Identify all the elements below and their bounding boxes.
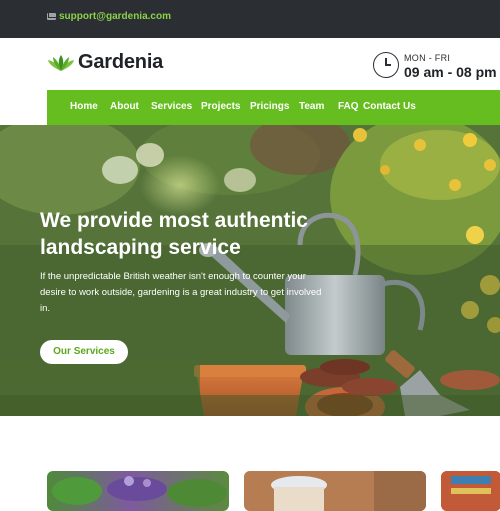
plants-image — [52, 476, 227, 507]
gardener-image — [244, 471, 426, 511]
nav-item-projects[interactable]: Projects — [201, 101, 240, 112]
hero-banner: We provide most authentic landscaping se… — [0, 125, 500, 416]
main-navigation: Home About Services Projects Pricings Te… — [47, 90, 500, 125]
tools-image — [441, 471, 500, 511]
nav-item-contact-us[interactable]: Contact Us — [363, 101, 416, 112]
support-email-link[interactable]: support@gardenia.com — [59, 11, 171, 22]
brand-name[interactable]: Gardenia — [78, 51, 163, 74]
schedule-hours: 09 am - 08 pm — [404, 64, 497, 80]
service-card-tools[interactable] — [441, 471, 500, 511]
nav-item-team[interactable]: Team — [299, 101, 324, 112]
mail-icon — [47, 13, 56, 20]
clock-icon — [373, 52, 399, 78]
hero-title: We provide most authentic landscaping se… — [40, 209, 308, 259]
leaf-logo-icon — [48, 55, 74, 71]
nav-item-pricings[interactable]: Pricings — [250, 101, 289, 112]
our-services-button[interactable]: Our Services — [40, 340, 128, 364]
service-card-plants[interactable] — [47, 471, 229, 511]
services-cards-section — [0, 416, 500, 511]
nav-item-services[interactable]: Services — [151, 101, 192, 112]
top-bar: support@gardenia.com — [0, 0, 500, 38]
hero-description: If the unpredictable British weather isn… — [40, 271, 322, 314]
site-header: Gardenia MON - FRI 09 am - 08 pm — [0, 38, 500, 90]
nav-item-faq[interactable]: FAQ — [338, 101, 359, 112]
nav-item-about[interactable]: About — [110, 101, 139, 112]
nav-item-home[interactable]: Home — [70, 101, 98, 112]
service-card-gardener[interactable] — [244, 471, 426, 511]
schedule-days: MON - FRI — [404, 53, 451, 63]
